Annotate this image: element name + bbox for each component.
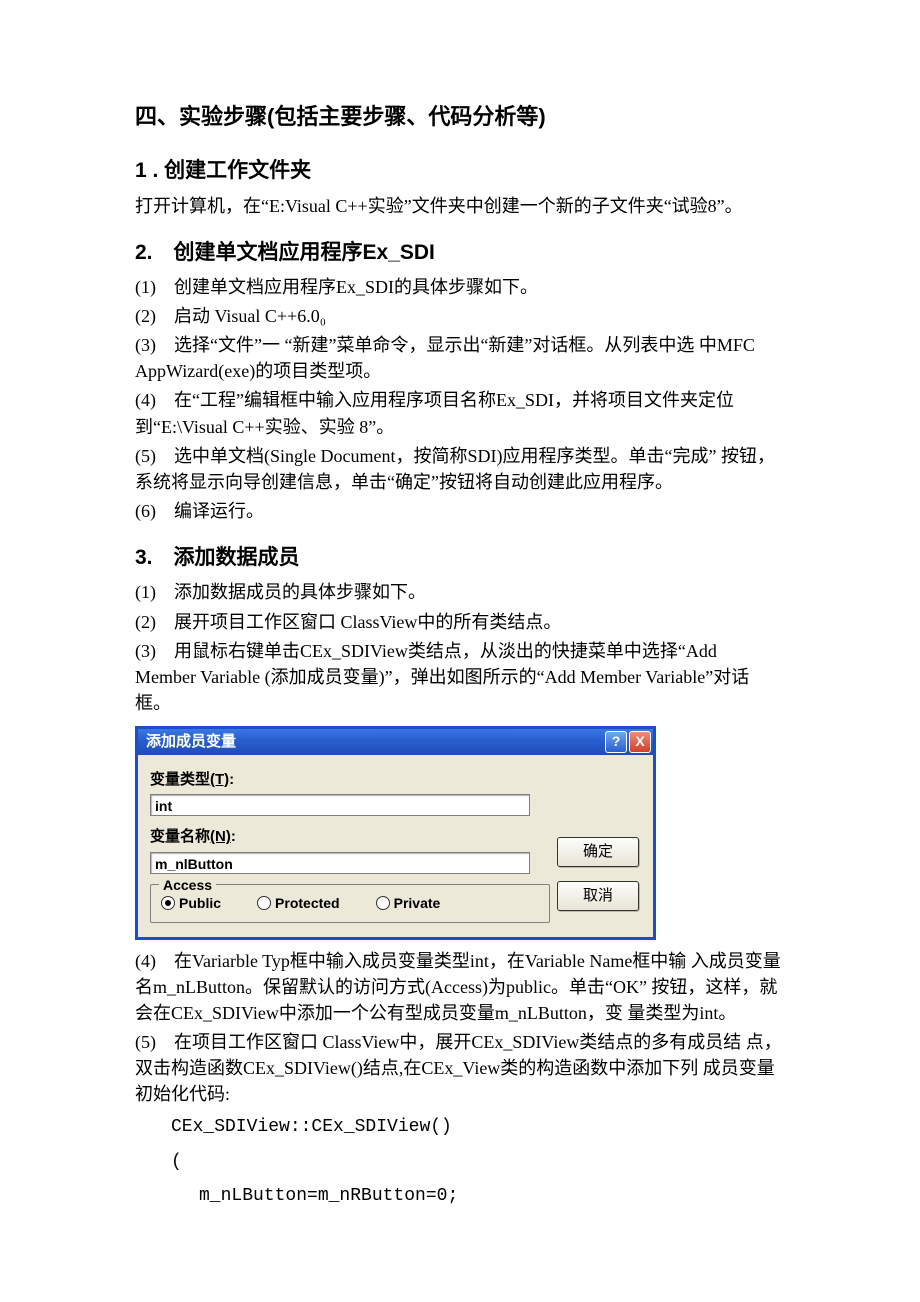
radio-public[interactable]: Public [161, 893, 221, 914]
dialog-titlebar[interactable]: 添加成员变量 ? X [138, 729, 653, 755]
section2-step: (4) 在“工程”编辑框中输入应用程序项目名称Ex_SDI，并将项目文件夹定位 … [135, 387, 785, 439]
code-line: m_nLButton=m_nRButton=0; [171, 1179, 785, 1213]
section2-step: (5) 选中单文档(Single Document，按简称SDI)应用程序类型。… [135, 443, 785, 495]
section3-step: (2) 展开项目工作区窗口 ClassView中的所有类结点。 [135, 609, 785, 635]
radio-icon [376, 896, 390, 910]
help-icon[interactable]: ? [605, 731, 627, 753]
variable-name-input[interactable]: m_nlButton [150, 852, 530, 874]
section3-step: (1) 添加数据成员的具体步骤如下。 [135, 579, 785, 605]
radio-icon [257, 896, 271, 910]
add-member-variable-dialog: 添加成员变量 ? X 变量类型(T): int 变量名称(N): m_nlBut… [135, 726, 656, 940]
code-line: ( [171, 1145, 785, 1179]
section1-title: 1 . 创建工作文件夹 [135, 155, 785, 187]
access-group: Access Public Protected Private [150, 884, 550, 923]
variable-type-input[interactable]: int [150, 794, 530, 816]
section2-title: 2. 创建单文档应用程序Ex_SDI [135, 237, 785, 269]
cancel-button[interactable]: 取消 [557, 881, 639, 911]
section2-step: (3) 选择“文件”一 “新建”菜单命令，显示出“新建”对话框。从列表中选 中M… [135, 332, 785, 384]
dialog-title: 添加成员变量 [146, 731, 236, 754]
main-heading: 四、实验步骤(包括主要步骤、代码分析等) [135, 100, 785, 133]
access-legend: Access [159, 875, 216, 896]
radio-selected-icon [161, 896, 175, 910]
section3-title: 3. 添加数据成员 [135, 542, 785, 574]
code-line: CEx_SDIView::CEx_SDIView() [171, 1110, 785, 1144]
close-icon[interactable]: X [629, 731, 651, 753]
section2-step: (2) 启动 Visual C++6.0₀ [135, 303, 785, 329]
radio-protected[interactable]: Protected [257, 893, 340, 914]
code-block: CEx_SDIView::CEx_SDIView() ( m_nLButton=… [135, 1110, 785, 1213]
section3-step: (4) 在Variarble Typ框中输入成员变量类型int，在Variabl… [135, 948, 785, 1026]
section3-step: (5) 在项目工作区窗口 ClassView中，展开CEx_SDIView类结点… [135, 1029, 785, 1107]
section1-text: 打开计算机，在“E:Visual C++实验”文件夹中创建一个新的子文件夹“试验… [135, 193, 785, 219]
section2-step: (1) 创建单文档应用程序Ex_SDI的具体步骤如下。 [135, 274, 785, 300]
variable-type-label: 变量类型(T): [150, 769, 641, 792]
section3-step: (3) 用鼠标右键单击CEx_SDIView类结点，从淡出的快捷菜单中选择“Ad… [135, 638, 785, 716]
section2-step: (6) 编译运行。 [135, 498, 785, 524]
radio-private[interactable]: Private [376, 893, 441, 914]
ok-button[interactable]: 确定 [557, 837, 639, 867]
